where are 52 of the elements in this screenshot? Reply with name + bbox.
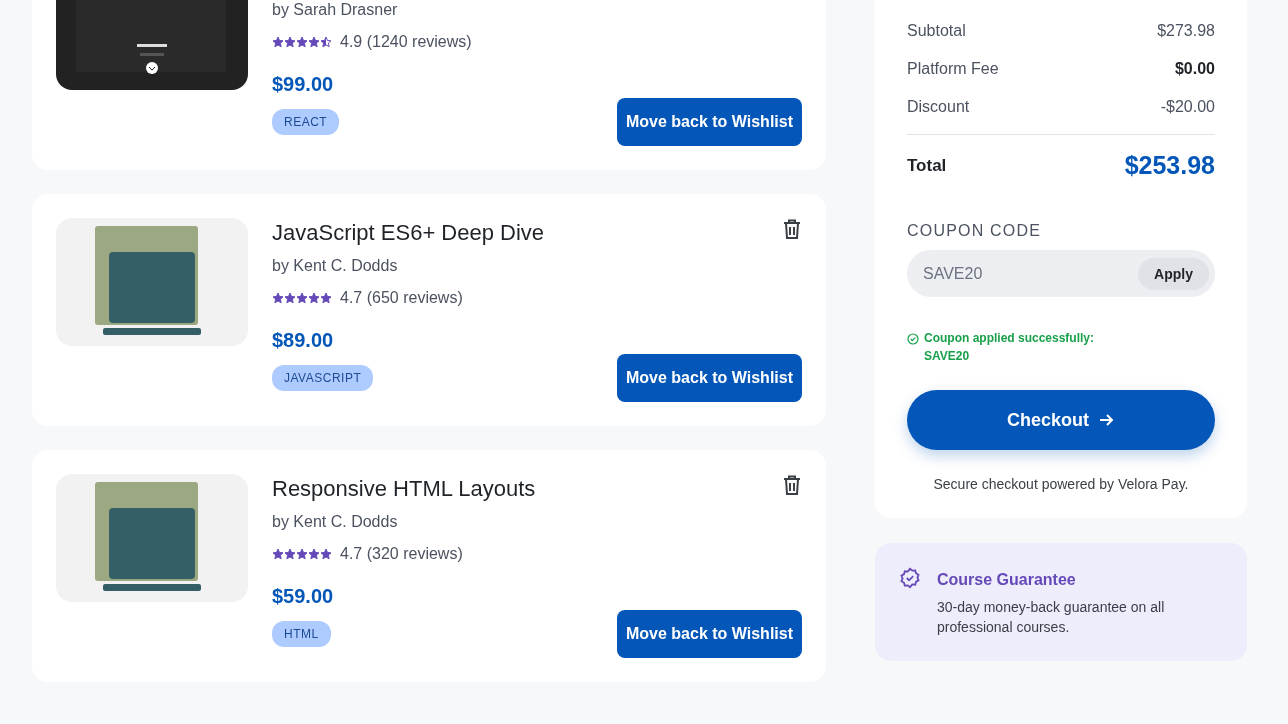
rating-text: 4.7 (650 reviews) <box>340 289 463 307</box>
course-price: $89.00 <box>272 328 335 352</box>
rating-text: 4.7 (320 reviews) <box>340 545 463 563</box>
category-tag: HTML <box>272 621 331 647</box>
coupon-field[interactable]: SAVE20 Apply <box>907 250 1215 297</box>
summary-value: -$20.00 <box>1160 98 1215 116</box>
trash-icon[interactable] <box>782 474 802 496</box>
star-icon <box>284 292 296 304</box>
star-icon <box>284 36 296 48</box>
wishlist-button[interactable]: Move back to Wishlist <box>617 98 802 146</box>
course-title: Responsive HTML Layouts <box>272 476 536 501</box>
star-icon <box>320 292 332 304</box>
checkout-button[interactable]: Checkout <box>907 390 1215 450</box>
coupon-success-message: Coupon applied successfully: SAVE20 <box>924 330 1096 365</box>
star-icon <box>308 36 320 48</box>
course-price: $59.00 <box>272 584 335 608</box>
wishlist-button[interactable]: Move back to Wishlist <box>617 354 802 402</box>
course-title: JavaScript ES6+ Deep Dive <box>272 220 545 245</box>
summary-label: Subtotal <box>907 22 966 40</box>
summary-value: $0.00 <box>1174 60 1215 78</box>
guarantee-title: Course Guarantee <box>937 571 1076 589</box>
star-icon <box>272 36 284 48</box>
star-icon <box>320 36 332 48</box>
summary-label: Platform Fee <box>907 60 999 78</box>
coupon-label: COUPON CODE <box>907 222 1042 240</box>
wishlist-button[interactable]: Move back to Wishlist <box>617 610 802 658</box>
star-icon <box>308 292 320 304</box>
total-label: Total <box>907 155 947 176</box>
star-icon <box>296 548 308 560</box>
guarantee-text: 30-day money-back guarantee on all professional courses. <box>937 598 1166 637</box>
category-tag: REACT <box>272 109 340 135</box>
summary-label: Discount <box>907 98 970 116</box>
secure-checkout-note: Secure checkout powered by Velora Pay. <box>933 476 1189 492</box>
star-icon <box>308 548 320 560</box>
star-icon <box>296 36 308 48</box>
author-name: by Sarah Drasner <box>272 0 399 20</box>
category-tag: JAVASCRIPT <box>272 365 374 391</box>
star-icon <box>320 548 332 560</box>
total-value: $253.98 <box>1124 151 1215 180</box>
star-icon <box>272 548 284 560</box>
author-name: by Kent C. Dodds <box>272 512 399 532</box>
rating-text: 4.9 (1240 reviews) <box>340 33 472 51</box>
check-circle-icon <box>907 333 919 345</box>
trash-icon[interactable] <box>782 218 802 240</box>
star-icon <box>296 292 308 304</box>
badge-check-icon <box>899 567 921 589</box>
star-icon <box>272 292 284 304</box>
course-price: $99.00 <box>272 72 335 96</box>
apply-button[interactable]: Apply <box>1138 257 1209 290</box>
author-name: by Kent C. Dodds <box>272 256 399 276</box>
star-icon <box>284 548 296 560</box>
summary-value: $273.98 <box>1157 22 1215 40</box>
